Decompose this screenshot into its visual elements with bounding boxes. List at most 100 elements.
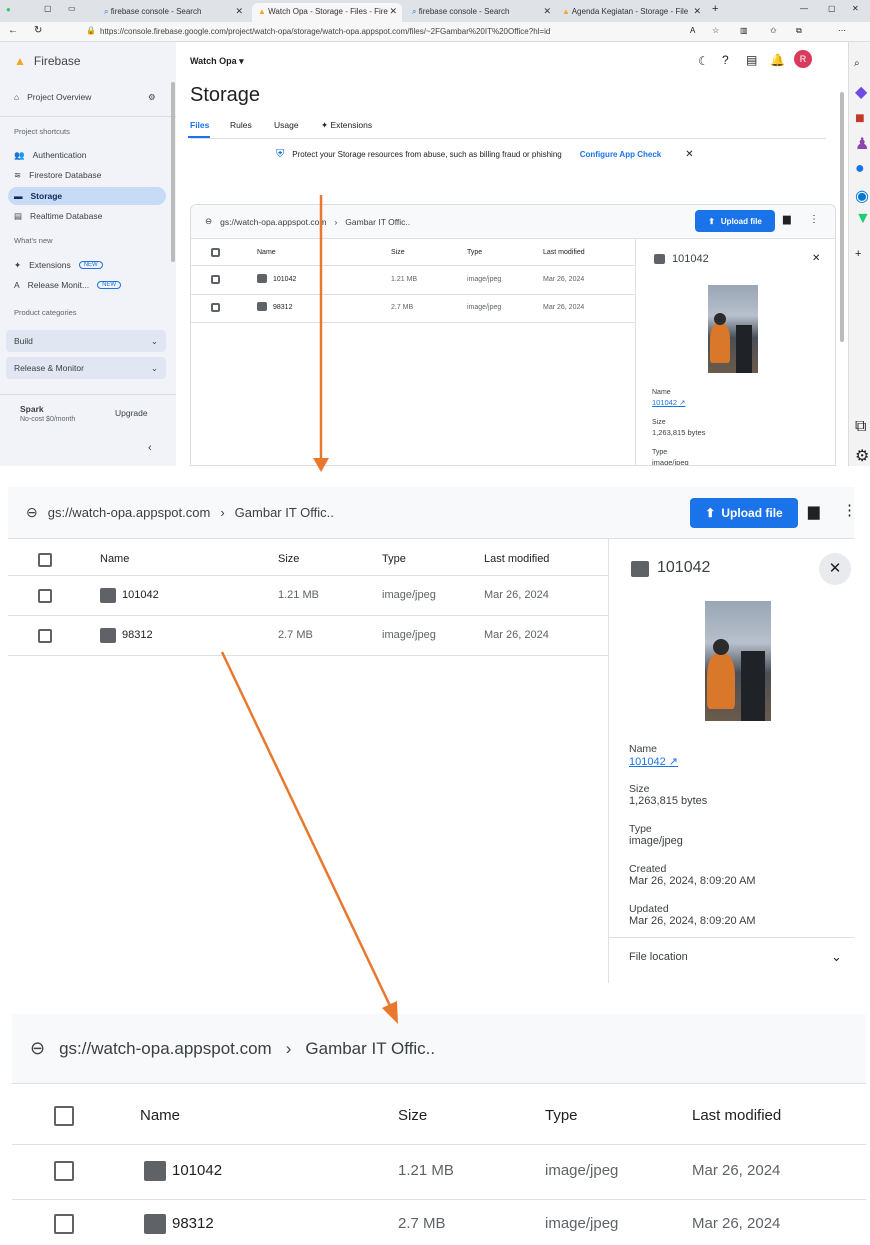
bucket-link[interactable]: gs://watch-opa.appspot.com — [59, 1039, 272, 1059]
bucket-link[interactable]: gs://watch-opa.appspot.com — [220, 217, 326, 227]
minimize-icon[interactable]: — — [800, 4, 808, 13]
new-folder-icon[interactable]: ▆ — [808, 502, 820, 520]
new-tab-button[interactable]: + — [712, 3, 718, 15]
add-sidebar-app-icon[interactable]: + — [855, 248, 861, 260]
refresh-icon[interactable]: ↻ — [34, 25, 42, 36]
collections-icon[interactable]: ⧉ — [796, 26, 802, 36]
close-tab-icon[interactable]: ✕ — [389, 6, 397, 17]
dark-mode-icon[interactable]: ☾ — [698, 54, 709, 68]
row-checkbox[interactable] — [211, 303, 220, 312]
tab-usage[interactable]: Usage — [274, 120, 299, 130]
file-name[interactable]: 98312 — [122, 629, 153, 641]
sidebar-item-authentication[interactable]: 👥 Authentication — [14, 146, 86, 164]
folder-crumb[interactable]: Gambar IT Offic.. — [235, 505, 334, 520]
new-folder-icon[interactable]: ▆ — [783, 214, 791, 225]
sidebar-item-storage[interactable]: ▬ Storage — [8, 187, 166, 205]
more-icon[interactable]: ⋯ — [838, 26, 846, 35]
column-header-size[interactable]: Size — [278, 553, 299, 565]
name-link[interactable]: 101042 ↗ — [652, 398, 685, 407]
file-name[interactable]: 101042 — [122, 589, 159, 601]
configure-app-check-link[interactable]: Configure App Check — [580, 150, 661, 159]
column-header-modified[interactable]: Last modified — [543, 249, 585, 256]
tab-files[interactable]: Files — [190, 120, 209, 130]
firebase-logo[interactable]: ▲ Firebase — [14, 52, 81, 70]
close-tab-icon[interactable]: ✕ — [693, 6, 701, 17]
search-icon[interactable]: ⌕ — [854, 58, 860, 69]
column-header-name[interactable]: Name — [100, 553, 129, 565]
favorites-icon[interactable]: ✩ — [770, 26, 777, 35]
column-header-type[interactable]: Type — [467, 249, 482, 256]
file-location-section[interactable]: File location — [629, 951, 688, 963]
file-name[interactable]: 101042 — [172, 1162, 222, 1179]
tab-rules[interactable]: Rules — [230, 120, 252, 130]
column-header-type[interactable]: Type — [545, 1107, 578, 1124]
file-name[interactable]: 98312 — [273, 304, 292, 311]
sidebar-item-realtime-database[interactable]: ▤ Realtime Database — [14, 207, 102, 225]
select-all-checkbox[interactable] — [54, 1106, 74, 1126]
tools-icon[interactable]: ▼ — [855, 210, 870, 228]
upload-file-button[interactable]: ⬆ Upload file — [695, 210, 775, 232]
select-all-checkbox[interactable] — [211, 248, 220, 257]
column-header-modified[interactable]: Last modified — [484, 553, 549, 565]
settings-gear-icon[interactable]: ⚙ — [148, 92, 156, 103]
sidebar-settings-icon[interactable]: ⚙ — [855, 446, 869, 466]
browser-tab[interactable]: ▲ Agenda Kegiatan - Storage - File ✕ — [556, 3, 706, 22]
bucket-link[interactable]: gs://watch-opa.appspot.com — [48, 505, 211, 520]
column-header-size[interactable]: Size — [391, 249, 405, 256]
dismiss-banner-icon[interactable]: ✕ — [685, 149, 693, 160]
close-detail-icon[interactable]: ✕ — [819, 553, 851, 585]
image-preview[interactable] — [705, 601, 771, 721]
collapse-sidebar-icon[interactable]: ‹ — [148, 442, 152, 454]
column-header-modified[interactable]: Last modified — [692, 1107, 781, 1124]
row-checkbox[interactable] — [38, 629, 52, 643]
upgrade-button[interactable]: Upgrade — [115, 408, 148, 418]
close-detail-icon[interactable]: ✕ — [812, 253, 820, 264]
avatar[interactable]: R — [794, 50, 812, 68]
file-name[interactable]: 98312 — [172, 1215, 214, 1232]
close-tab-icon[interactable]: ✕ — [543, 6, 551, 17]
project-overview-link[interactable]: ⌂ Project Overview — [14, 88, 91, 106]
sidebar-item-release-monitor[interactable]: A Release Monit... NEW — [14, 276, 122, 294]
more-vert-icon[interactable]: ⋮ — [809, 214, 819, 225]
more-vert-icon[interactable]: ⋮ — [842, 501, 854, 519]
row-checkbox[interactable] — [38, 589, 52, 603]
close-tab-icon[interactable]: ✕ — [235, 6, 243, 17]
tab-actions-icon[interactable]: ▢ — [44, 4, 52, 13]
favorite-star-icon[interactable]: ☆ — [712, 26, 719, 35]
copilot-icon[interactable]: ◆ — [855, 82, 867, 102]
browser-tab[interactable]: ⌕ firebase console - Search ✕ — [406, 3, 556, 22]
chevron-down-icon[interactable]: ⌄ — [831, 949, 842, 965]
restore-icon[interactable]: ▢ — [828, 4, 836, 13]
column-header-size[interactable]: Size — [398, 1107, 427, 1124]
folder-crumb[interactable]: Gambar IT Offic.. — [345, 217, 410, 227]
select-all-checkbox[interactable] — [38, 553, 52, 567]
outlook-icon[interactable]: ◉ — [855, 186, 869, 206]
close-window-icon[interactable]: ✕ — [852, 4, 859, 13]
category-release-monitor[interactable]: Release & Monitor ⌄ — [6, 357, 166, 379]
row-checkbox[interactable] — [54, 1161, 74, 1181]
read-aloud-icon[interactable]: A — [690, 26, 695, 35]
shopping-icon[interactable]: ■ — [855, 110, 865, 128]
column-header-name[interactable]: Name — [257, 249, 276, 256]
screenshot-icon[interactable]: ⧉ — [855, 418, 866, 436]
games-icon[interactable]: ♟ — [855, 134, 869, 154]
main-scrollbar[interactable] — [840, 92, 844, 342]
sidebar-scrollbar[interactable] — [171, 82, 175, 262]
tab-extensions[interactable]: ✦ Extensions — [321, 120, 372, 131]
name-link[interactable]: 101042 ↗ — [629, 755, 678, 768]
sidebar-item-firestore[interactable]: ≋ Firestore Database — [14, 166, 101, 184]
browser-tab[interactable]: ⌕ firebase console - Search ✕ — [98, 3, 248, 22]
sidebar-item-extensions[interactable]: ✦ Extensions NEW — [14, 256, 103, 274]
file-name[interactable]: 101042 — [273, 276, 296, 283]
row-checkbox[interactable] — [54, 1214, 74, 1234]
url-field[interactable]: https://console.firebase.google.com/proj… — [100, 27, 550, 36]
project-selector[interactable]: Watch Opa ▾ — [190, 56, 244, 67]
feedback-icon[interactable]: ▤ — [746, 53, 757, 67]
folder-crumb[interactable]: Gambar IT Offic.. — [305, 1039, 435, 1059]
upload-file-button[interactable]: ⬆ Upload file — [690, 498, 798, 528]
image-preview[interactable] — [708, 285, 758, 373]
browser-profile-icon[interactable]: ● — [6, 5, 11, 14]
row-checkbox[interactable] — [211, 275, 220, 284]
notifications-icon[interactable]: 🔔 — [770, 53, 785, 67]
office-icon[interactable]: ● — [855, 160, 865, 178]
